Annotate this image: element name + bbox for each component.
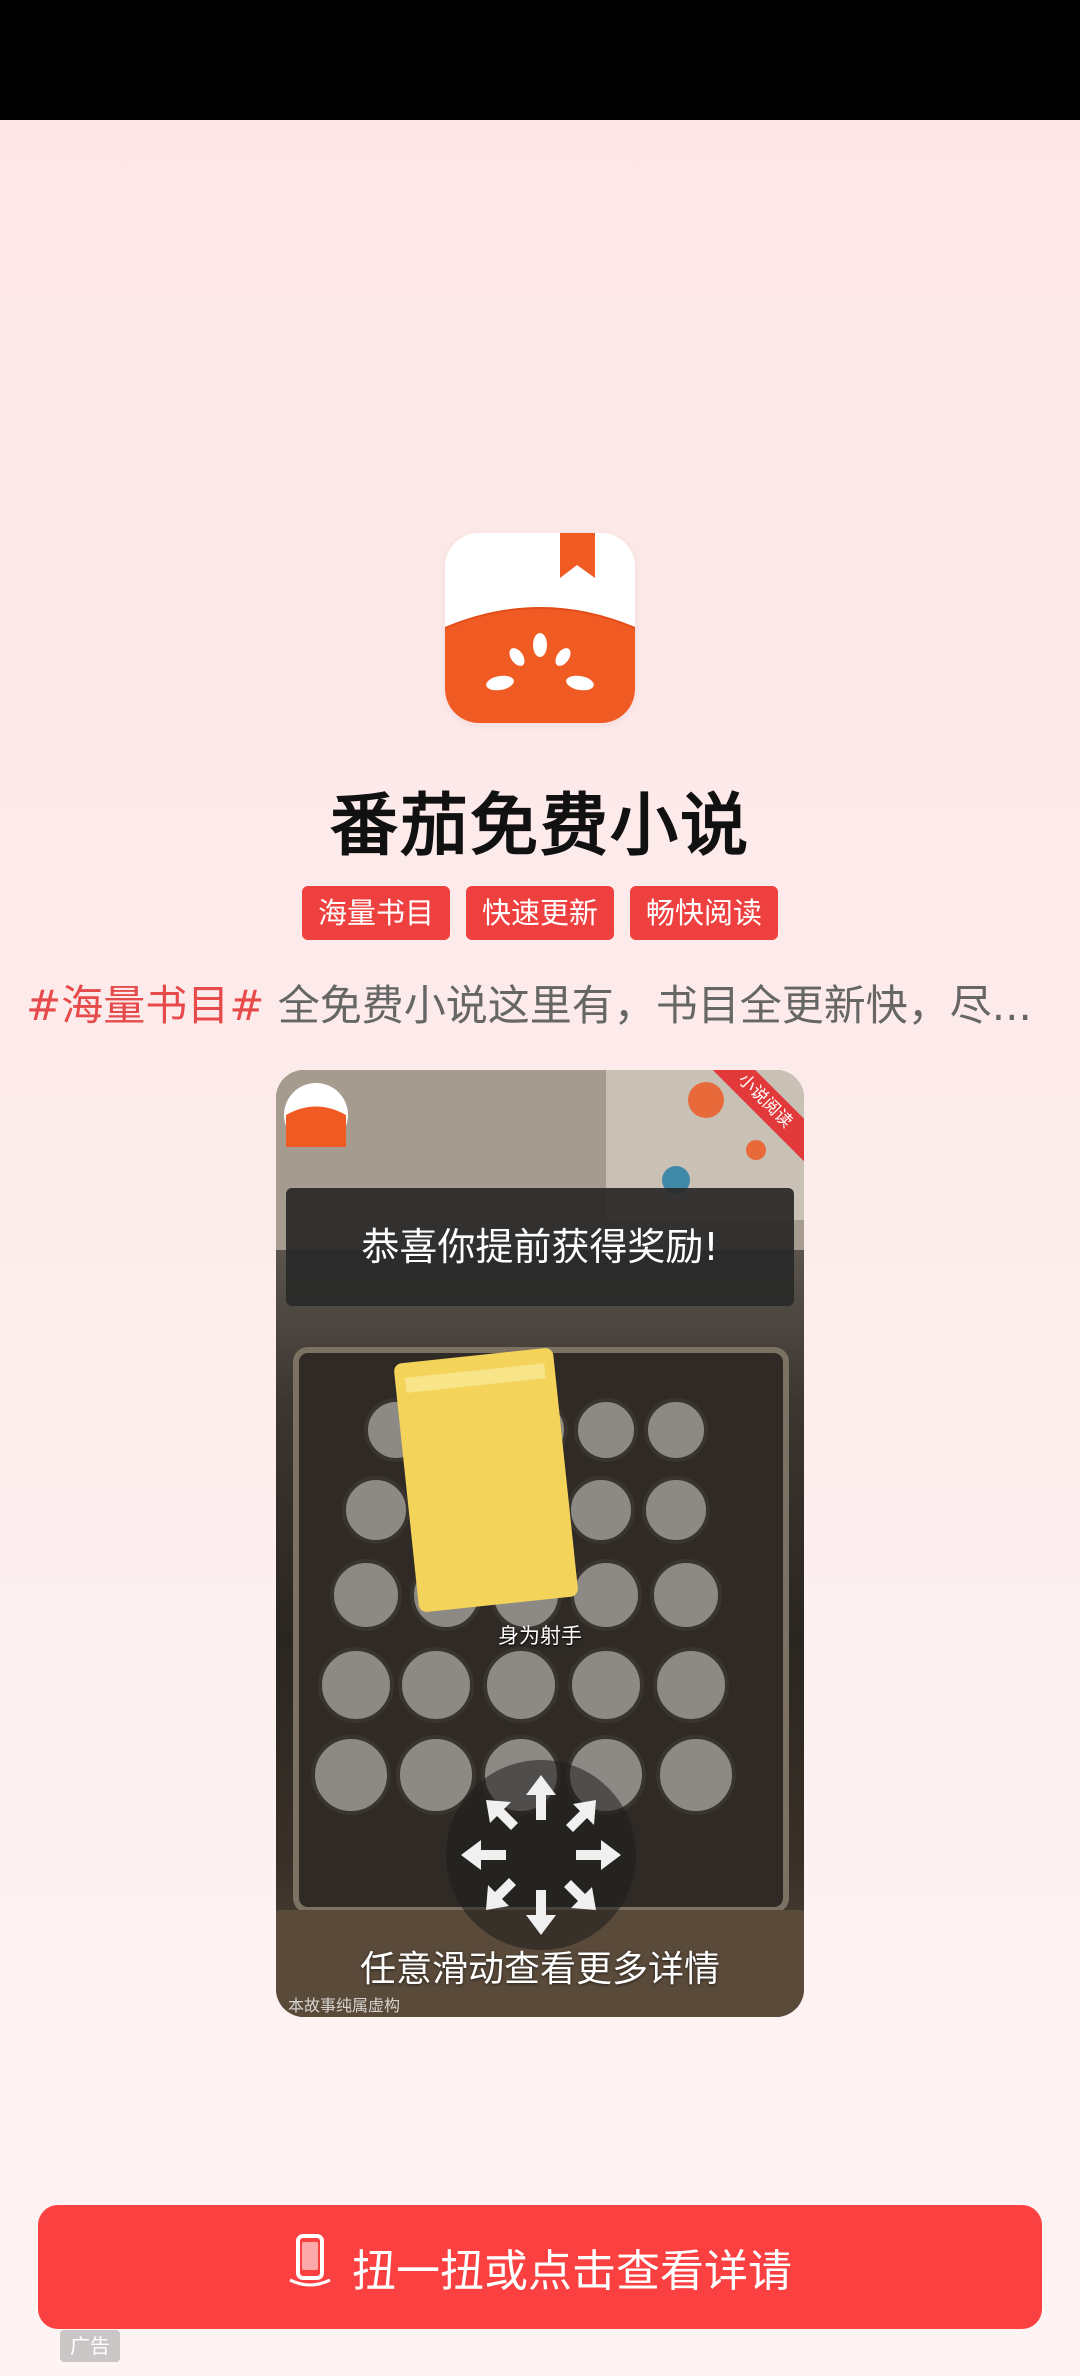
view-details-button[interactable]: 扭一扭或点击查看详请: [38, 2205, 1042, 2329]
video-caption: 身为射手: [498, 1624, 582, 1648]
app-icon[interactable]: [445, 533, 635, 723]
tag: 快速更新: [465, 886, 614, 940]
ad-badge: 广告: [60, 2330, 120, 2362]
tag-list: 海量书目 快速更新 畅快阅读: [0, 886, 1080, 940]
reward-toast: 恭喜你提前获得奖励!: [286, 1188, 794, 1306]
tomato-logo-icon: [445, 533, 635, 723]
video-ad-preview[interactable]: 小说阅读 恭喜你提前获得奖励! 身为射手 任意滑动查看更多详情 本故事纯属虚构: [276, 1070, 804, 2017]
swipe-arrows-icon: [446, 1760, 636, 1950]
hashtag: #海量书目#: [26, 981, 265, 1030]
description-text: 全免费小说这里有，书目全更新快，尽...: [277, 981, 1032, 1030]
tag: 海量书目: [301, 886, 450, 940]
app-name: 番茄免费小说: [329, 787, 750, 866]
swipe-hint: 任意滑动查看更多详情: [359, 1949, 720, 1990]
status-bar: [0, 0, 1080, 120]
phone-icon: [288, 2233, 332, 2301]
app-description: #海量书目# 全免费小说这里有，书目全更新快，尽...: [26, 972, 1056, 1033]
cta-label: 扭一扭或点击查看详请: [352, 2246, 792, 2297]
tag: 畅快阅读: [630, 886, 779, 940]
disclaimer: 本故事纯属虚构: [288, 1996, 401, 2015]
